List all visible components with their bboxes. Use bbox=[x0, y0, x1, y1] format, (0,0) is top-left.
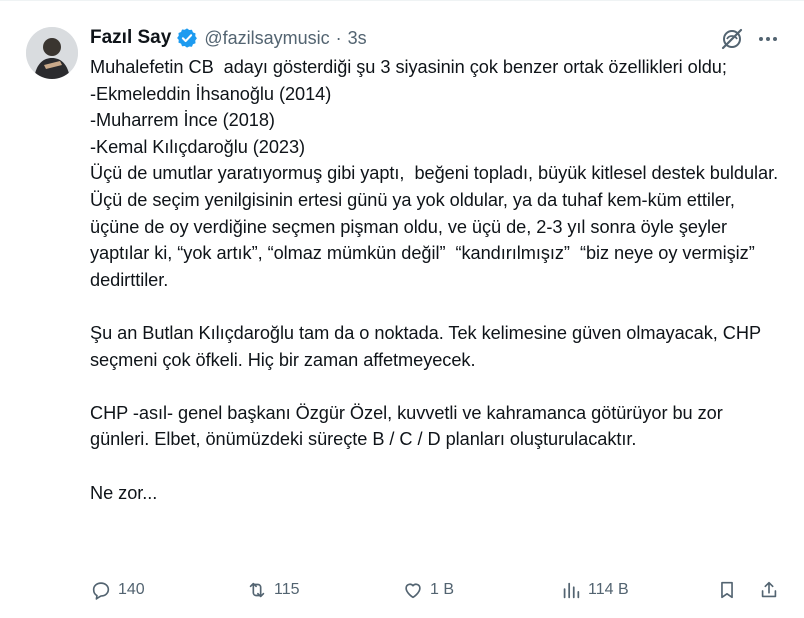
verified-badge-icon bbox=[176, 27, 198, 49]
timestamp[interactable]: 3s bbox=[348, 28, 367, 49]
reply-icon bbox=[92, 582, 110, 600]
bookmark-icon bbox=[721, 581, 733, 599]
repost-icon bbox=[249, 582, 265, 598]
tweet-actions: 140 115 1 B 114 B bbox=[90, 575, 790, 605]
like-button[interactable]: 1 B bbox=[402, 575, 454, 605]
share-button[interactable] bbox=[758, 575, 786, 605]
tweet-header: Fazıl Say @fazilsaymusic · 3s bbox=[90, 25, 367, 51]
bookmark-button[interactable] bbox=[716, 575, 744, 605]
more-icon[interactable] bbox=[754, 25, 782, 53]
like-count: 1 B bbox=[430, 581, 455, 598]
separator-dot: · bbox=[335, 27, 342, 48]
tweet: Fazıl Say @fazilsaymusic · 3s Muhalefeti… bbox=[0, 0, 804, 618]
views-count: 114 B bbox=[588, 581, 629, 598]
like-icon bbox=[405, 583, 421, 599]
views-button[interactable]: 114 B bbox=[560, 575, 629, 605]
author-handle[interactable]: @fazilsaymusic bbox=[204, 28, 329, 49]
share-icon bbox=[761, 581, 777, 598]
repost-count: 115 bbox=[274, 581, 300, 598]
avatar[interactable] bbox=[26, 27, 78, 79]
reply-count: 140 bbox=[118, 581, 145, 598]
author-name[interactable]: Fazıl Say bbox=[90, 27, 171, 49]
tweet-text: Muhalefetin CB adayı gösterdiği şu 3 siy… bbox=[90, 57, 779, 503]
grok-icon[interactable] bbox=[718, 25, 746, 53]
views-icon bbox=[563, 582, 580, 599]
repost-button[interactable]: 115 bbox=[246, 575, 300, 605]
reply-button[interactable]: 140 bbox=[90, 575, 145, 605]
